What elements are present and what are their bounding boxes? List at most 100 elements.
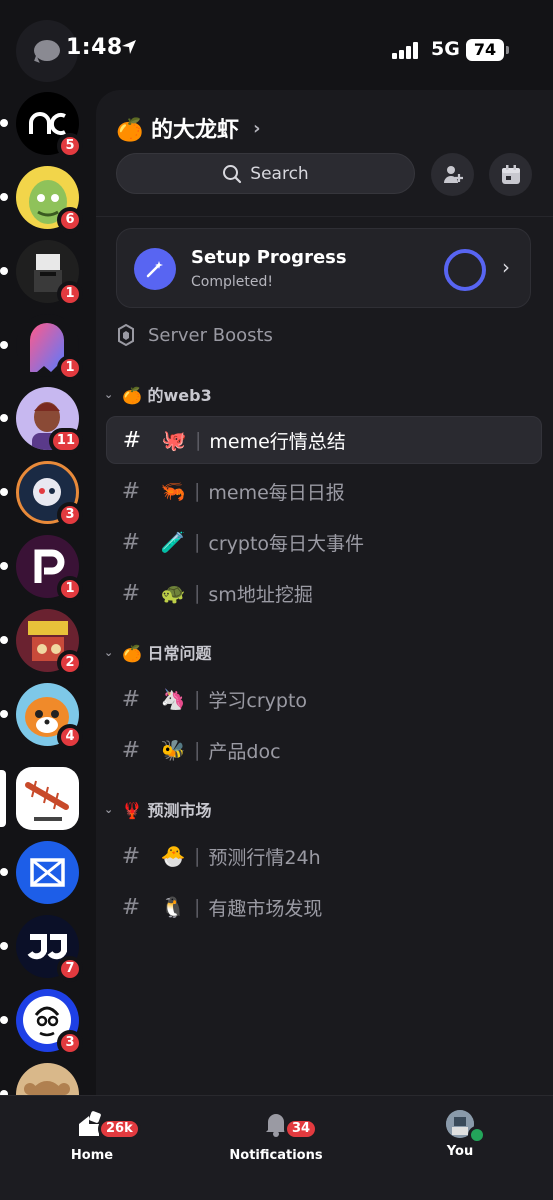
setup-progress-card[interactable]: Setup Progress Completed! › (116, 228, 531, 308)
server-icon[interactable]: 3 (0, 989, 83, 1056)
header-divider (96, 216, 553, 217)
mention-badge: 6 (57, 207, 83, 233)
online-status-dot (468, 1126, 486, 1144)
channel-emoji: 🐢 (160, 581, 186, 605)
server-icon[interactable] (0, 841, 79, 904)
channel-name: 学习crypto (208, 689, 308, 712)
chevron-down-icon: ⌄ (104, 387, 114, 401)
server-icon-selected[interactable] (0, 767, 79, 830)
invite-members-button[interactable] (431, 153, 474, 196)
channel-item[interactable]: # 🦐 | meme每日日报 (106, 467, 542, 515)
server-icon[interactable]: 7 (0, 915, 83, 982)
server-boosts-label: Server Boosts (148, 324, 273, 346)
server-avatar (16, 767, 79, 830)
mention-badge: 3 (57, 1030, 83, 1056)
setup-title: Setup Progress (191, 247, 347, 268)
network-type: 5G (431, 38, 460, 60)
mention-badge: 3 (57, 502, 83, 528)
unread-dot (0, 119, 8, 127)
channel-emoji: 🦄 (160, 687, 186, 711)
search-button[interactable]: Search (116, 153, 415, 194)
server-boosts-row[interactable]: Server Boosts (118, 324, 273, 346)
channel-item[interactable]: # 🐝 | 产品doc (106, 726, 542, 774)
avatar (446, 1110, 486, 1144)
server-icon[interactable]: 6 (0, 166, 83, 233)
boost-shield-icon (118, 324, 134, 346)
unread-dot (0, 193, 8, 201)
events-button[interactable] (489, 153, 532, 196)
mention-badge: 7 (57, 956, 83, 982)
server-icon[interactable]: 11 (0, 387, 83, 454)
status-bar: 1:48 5G 74 (0, 0, 553, 90)
channel-emoji: 🐝 (160, 738, 186, 762)
category-label: 🦞 预测市场 (122, 801, 212, 820)
unread-dot (0, 942, 8, 950)
category-header[interactable]: ⌄ 🍊 的web3 (104, 382, 212, 406)
unread-dot (0, 267, 8, 275)
channel-item-selected[interactable]: # 🐙 | meme行情总结 (106, 416, 542, 464)
tab-you-label: You (446, 1144, 474, 1159)
channel-name: sm地址挖掘 (208, 583, 313, 606)
channel-emoji: 🐧 (160, 895, 186, 919)
server-icon[interactable]: 4 (0, 683, 83, 750)
hashtag-icon: # (121, 529, 141, 555)
hashtag-icon: # (121, 843, 141, 869)
server-icon[interactable]: 1 (0, 535, 83, 602)
channel-emoji: 🧪 (160, 530, 186, 554)
channel-item[interactable]: # 🐢 | sm地址挖掘 (106, 569, 542, 617)
mention-badge: 2 (57, 650, 83, 676)
hashtag-icon: # (121, 478, 141, 504)
channel-name: crypto每日大事件 (208, 532, 365, 555)
category-header[interactable]: ⌄ 🦞 预测市场 (104, 797, 212, 821)
calendar-icon (501, 164, 520, 184)
tab-you[interactable]: You (430, 1110, 490, 1159)
channel-panel: 🍊 的大龙虾 › Search Setup Progress Completed… (96, 90, 553, 1095)
unread-dot (0, 341, 8, 349)
unread-dot (0, 636, 8, 644)
channel-item[interactable]: # 🧪 | crypto每日大事件 (106, 518, 542, 566)
server-title[interactable]: 🍊 的大龙虾 › (116, 112, 260, 144)
chevron-down-icon: ⌄ (104, 645, 114, 659)
status-time: 1:48 (66, 35, 123, 60)
notifications-count-badge: 34 (284, 1118, 319, 1140)
mention-badge: 1 (57, 576, 83, 602)
add-user-icon (443, 165, 463, 183)
hashtag-icon: # (121, 580, 141, 606)
server-icon[interactable]: 2 (0, 609, 83, 676)
chevron-right-icon: › (502, 255, 510, 279)
hashtag-icon: # (121, 737, 141, 763)
channel-name: 有趣市场发现 (208, 897, 323, 920)
mention-badge: 4 (57, 724, 83, 750)
hashtag-icon: # (122, 427, 142, 453)
server-icon[interactable] (0, 1063, 79, 1095)
server-avatar (16, 1063, 79, 1095)
server-icon[interactable]: 3 (0, 461, 83, 528)
tab-home-label: Home (70, 1148, 114, 1163)
chevron-down-icon: ⌄ (104, 802, 114, 816)
mention-badge: 5 (57, 133, 83, 159)
unread-dot (0, 868, 8, 876)
server-icon[interactable]: 1 (0, 314, 83, 381)
category-label: 🍊 日常问题 (122, 644, 212, 663)
category-label: 🍊 的web3 (122, 386, 212, 405)
server-name: 🍊 的大龙虾 (116, 118, 240, 143)
magic-wand-icon (134, 248, 176, 290)
channel-item[interactable]: # 🐧 | 有趣市场发现 (106, 883, 542, 931)
signal-icon (392, 41, 422, 59)
mention-badge: 1 (57, 281, 83, 307)
unread-dot (0, 488, 8, 496)
channel-name: meme行情总结 (209, 430, 346, 453)
server-icon[interactable]: 1 (0, 240, 83, 307)
channel-item[interactable]: # 🐣 | 预测行情24h (106, 832, 542, 880)
unread-dot (0, 1016, 8, 1024)
category-header[interactable]: ⌄ 🍊 日常问题 (104, 640, 212, 664)
server-icon[interactable]: 5 (0, 92, 83, 159)
selected-indicator (0, 770, 6, 827)
channel-item[interactable]: # 🦄 | 学习crypto (106, 675, 542, 723)
unread-dot (0, 710, 8, 718)
tab-notifications-label: Notifications (229, 1148, 323, 1163)
tab-home[interactable]: 26k Home (62, 1110, 141, 1163)
home-count-badge: 26k (98, 1118, 141, 1140)
tab-notifications[interactable]: 34 Notifications (226, 1110, 326, 1163)
unread-dot (0, 562, 8, 570)
